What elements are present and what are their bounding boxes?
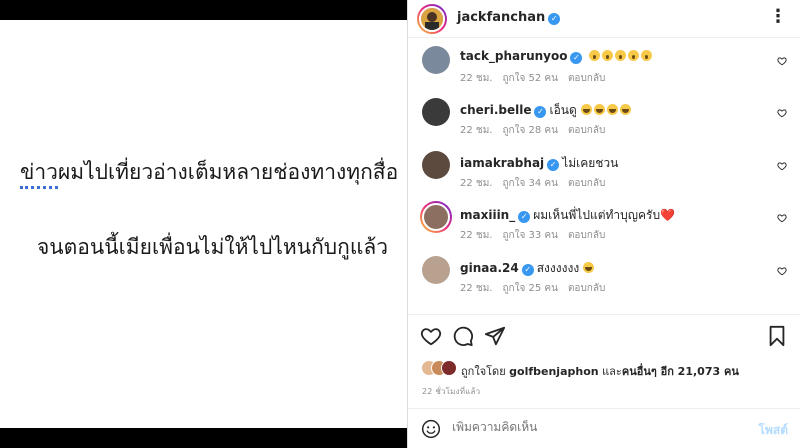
comment-username[interactable]: cheri.belle — [460, 103, 531, 117]
comment-like-heart-icon[interactable] — [777, 108, 787, 118]
comment-time[interactable]: 22 ชม. — [460, 230, 492, 241]
media-letterbox-bottom — [0, 428, 407, 448]
comment-time[interactable]: 22 ชม. — [460, 125, 492, 136]
comment-text: เอ็นดู — [549, 103, 577, 117]
comment-avatar[interactable] — [422, 151, 450, 179]
comment-like-heart-icon[interactable] — [777, 266, 787, 276]
comment-meta: 22 ชม. ถูกใจ 33 คน ตอบกลับ — [460, 228, 615, 243]
heart-icon[interactable] — [420, 325, 442, 347]
comment-line: tack_pharunyoo ✓ — [460, 49, 654, 64]
comment-line: cheri.belle ✓ เอ็นดู — [460, 101, 633, 120]
liker-username[interactable]: golfbenjaphon — [509, 365, 598, 378]
liker-avatars — [421, 360, 461, 378]
astonished-emoji-icon — [602, 50, 614, 61]
more-icon[interactable]: ⋮ — [769, 6, 787, 27]
laughing-emoji-icon — [593, 104, 605, 115]
comment-text: ไม่เคยชวน — [562, 156, 619, 170]
comment-item: iamakrabhaj ✓ ไม่เคยชวน 22 ชม. ถูกใจ 34 คน ต… — [408, 144, 800, 196]
comment-username[interactable]: iamakrabhaj — [460, 156, 544, 170]
comment-reply-button[interactable]: ตอบกลับ — [568, 230, 605, 241]
verified-badge-icon: ✓ — [547, 159, 560, 171]
comment-reply-button[interactable]: ตอบกลับ — [568, 125, 605, 136]
post-timestamp[interactable]: 22 ชั่วโมงที่แล้ว — [422, 385, 480, 398]
laughing-emoji-icon — [606, 104, 618, 115]
comment-avatar[interactable] — [420, 201, 452, 233]
verified-badge-icon: ✓ — [548, 13, 561, 25]
post-sidebar: jackfanchan ✓ ⋮ tack_pharunyoo ✓ 22 ชม. ถูก… — [407, 0, 800, 448]
comment-avatar[interactable] — [422, 46, 450, 74]
author-avatar[interactable] — [417, 4, 447, 34]
verified-badge-icon: ✓ — [521, 264, 534, 276]
laughing-emoji-icon — [583, 262, 595, 273]
comment-likes[interactable]: ถูกใจ 25 คน — [502, 283, 557, 294]
comment-text: ผมเห็นพี่ไปแต่ทำบุญครับ❤️ — [533, 208, 676, 222]
comment-username[interactable]: tack_pharunyoo — [460, 49, 567, 63]
comment-item: tack_pharunyoo ✓ 22 ชม. ถูกใจ 52 คน ตอบกลับ — [408, 39, 800, 91]
comment-line: maxiiin_ ✓ ผมเห็นพี่ไปแต่ทำบุญครับ❤️ — [460, 206, 675, 225]
post-media[interactable]: ข่าวผมไปเที่ยวอ่างเต็มหลายช่องทางทุกสื่อ… — [0, 0, 407, 448]
author-username[interactable]: jackfanchan ✓ — [457, 10, 561, 25]
comment-meta: 22 ชม. ถูกใจ 25 คน ตอบกลับ — [460, 281, 615, 296]
verified-badge-icon: ✓ — [570, 52, 583, 64]
comment-likes[interactable]: ถูกใจ 34 คน — [502, 178, 557, 189]
bookmark-icon[interactable] — [766, 325, 788, 347]
media-text-line-2: จนตอนนี้เมียเพื่อนไม่ให้ไปไหนกับกูแล้ว — [37, 235, 389, 259]
comment-reply-button[interactable]: ตอบกลับ — [568, 73, 605, 84]
comment-likes[interactable]: ถูกใจ 52 คน — [502, 73, 557, 84]
verified-badge-icon: ✓ — [518, 211, 531, 223]
laughing-emoji-icon — [580, 104, 592, 115]
laughing-emoji-icon — [619, 104, 631, 115]
other-likers-link[interactable]: คนอื่นๆ อีก 21,073 คน — [622, 365, 739, 378]
comment-time[interactable]: 22 ชม. — [460, 178, 492, 189]
comment-like-heart-icon[interactable] — [777, 213, 787, 223]
comment-item: ginaa.24 ✓ สงงงงงง 22 ชม. ถูกใจ 25 คน ตอบกลั… — [408, 249, 800, 301]
comment-reply-button[interactable]: ตอบกลับ — [568, 178, 605, 189]
liker-avatar — [441, 360, 457, 376]
comment-time[interactable]: 22 ชม. — [460, 73, 492, 84]
post-actions: ถูกใจโดย golfbenjaphon และคนอื่นๆ อีก 21… — [408, 314, 800, 404]
comment-item: cheri.belle ✓ เอ็นดู 22 ชม. ถูกใจ 28 คน ตอบก… — [408, 91, 800, 143]
comment-avatar[interactable] — [422, 256, 450, 284]
spellcheck-underlined-word: ข่าว — [20, 160, 58, 189]
comment-time[interactable]: 22 ชม. — [460, 283, 492, 294]
astonished-emoji-icon — [589, 50, 601, 61]
comment-meta: 22 ชม. ถูกใจ 52 คน ตอบกลับ — [460, 71, 615, 86]
media-text-line-1: ข่าวผมไปเที่ยวอ่างเต็มหลายช่องทางทุกสื่อ — [20, 156, 398, 189]
comment-item: maxiiin_ ✓ ผมเห็นพี่ไปแต่ทำบุญครับ❤️ 22 ชม… — [408, 196, 800, 248]
avatar-image — [421, 8, 443, 30]
comment-username[interactable]: ginaa.24 — [460, 261, 519, 275]
comment-icon[interactable] — [452, 325, 474, 347]
comment-line: ginaa.24 ✓ สงงงงงง — [460, 259, 596, 278]
comment-input[interactable] — [452, 420, 742, 434]
share-icon[interactable] — [484, 325, 506, 347]
comment-reply-button[interactable]: ตอบกลับ — [568, 283, 605, 294]
comment-meta: 22 ชม. ถูกใจ 28 คน ตอบกลับ — [460, 123, 615, 138]
comment-like-heart-icon[interactable] — [777, 161, 787, 171]
comment-likes[interactable]: ถูกใจ 33 คน — [502, 230, 557, 241]
comment-avatar[interactable] — [422, 98, 450, 126]
add-comment-bar: โพสต์ — [408, 408, 800, 448]
likes-text: ถูกใจโดย golfbenjaphon และคนอื่นๆ อีก 21… — [461, 365, 739, 378]
astonished-emoji-icon — [628, 50, 640, 61]
comment-meta: 22 ชม. ถูกใจ 34 คน ตอบกลับ — [460, 176, 615, 191]
astonished-emoji-icon — [615, 50, 627, 61]
emoji-icon[interactable] — [421, 419, 441, 439]
comments-list: tack_pharunyoo ✓ 22 ชม. ถูกใจ 52 คน ตอบกลับ… — [408, 39, 800, 314]
post-header: jackfanchan ✓ ⋮ — [408, 0, 800, 38]
comment-text: สงงงงงง — [536, 261, 580, 275]
comment-username[interactable]: maxiiin_ — [460, 208, 515, 222]
astonished-emoji-icon — [641, 50, 653, 61]
comment-like-heart-icon[interactable] — [777, 56, 787, 66]
verified-badge-icon: ✓ — [534, 106, 547, 118]
comment-line: iamakrabhaj ✓ ไม่เคยชวน — [460, 154, 618, 173]
post-comment-button[interactable]: โพสต์ — [759, 421, 788, 440]
comment-likes[interactable]: ถูกใจ 28 คน — [502, 125, 557, 136]
media-letterbox-top — [0, 0, 407, 20]
